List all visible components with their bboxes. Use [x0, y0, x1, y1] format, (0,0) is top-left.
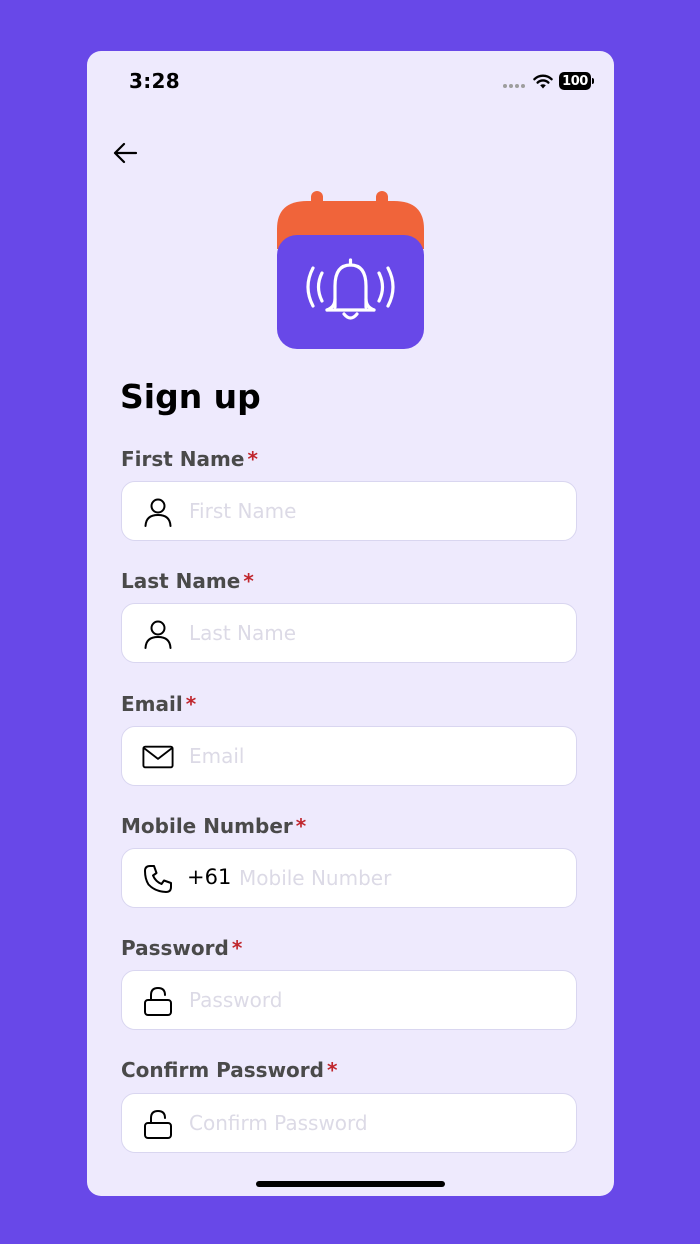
unlock-icon — [142, 985, 174, 1017]
first-name-field[interactable] — [121, 481, 577, 541]
email-label: Email * — [121, 692, 196, 716]
first-name-input[interactable] — [189, 482, 559, 540]
phone-icon — [142, 863, 174, 895]
wifi-icon — [533, 74, 553, 89]
phone-screen: 3:28 100 Sign up First Name * First Name… — [87, 51, 614, 1196]
user-icon — [142, 496, 174, 528]
mobile-label-text: Mobile Number — [121, 814, 293, 838]
status-time: 3:28 — [129, 69, 180, 93]
email-label-text: Email — [121, 692, 183, 716]
password-label: Password * — [121, 936, 242, 960]
page-title: Sign up — [120, 377, 261, 416]
user-icon — [142, 618, 174, 650]
confirm-password-input[interactable] — [189, 1094, 559, 1152]
confirm-password-field[interactable] — [121, 1093, 577, 1153]
last-name-label: Last Name * — [121, 569, 254, 593]
mobile-field[interactable]: +61 — [121, 848, 577, 908]
last-name-label-text: Last Name — [121, 569, 241, 593]
required-marker: * — [295, 814, 307, 838]
first-name-label-text: First Name — [121, 447, 245, 471]
battery-icon: 100 — [559, 72, 591, 90]
unlock-icon — [142, 1108, 174, 1140]
confirm-password-label: Confirm Password * — [121, 1058, 337, 1082]
required-marker: * — [185, 692, 197, 716]
required-marker: * — [231, 936, 243, 960]
back-button[interactable] — [109, 137, 141, 169]
status-bar: 3:28 100 — [87, 51, 614, 111]
last-name-input[interactable] — [189, 604, 559, 662]
country-code[interactable]: +61 — [187, 865, 231, 889]
email-field[interactable] — [121, 726, 577, 786]
mobile-input[interactable] — [239, 849, 559, 907]
home-indicator[interactable] — [256, 1181, 445, 1187]
first-name-label: First Name * — [121, 447, 258, 471]
mobile-label: Mobile Number * — [121, 814, 306, 838]
email-input[interactable] — [189, 727, 559, 785]
arrow-left-icon — [113, 142, 138, 164]
password-label-text: Password — [121, 936, 229, 960]
cellular-signal-icon — [503, 84, 525, 88]
confirm-password-label-text: Confirm Password — [121, 1058, 324, 1082]
required-marker: * — [247, 447, 258, 471]
mail-icon — [142, 741, 174, 773]
password-field[interactable] — [121, 970, 577, 1030]
battery-tip — [592, 78, 594, 84]
calendar-bell-icon — [277, 191, 424, 349]
password-input[interactable] — [189, 971, 559, 1029]
required-marker: * — [243, 569, 254, 593]
last-name-field[interactable] — [121, 603, 577, 663]
required-marker: * — [326, 1058, 338, 1082]
